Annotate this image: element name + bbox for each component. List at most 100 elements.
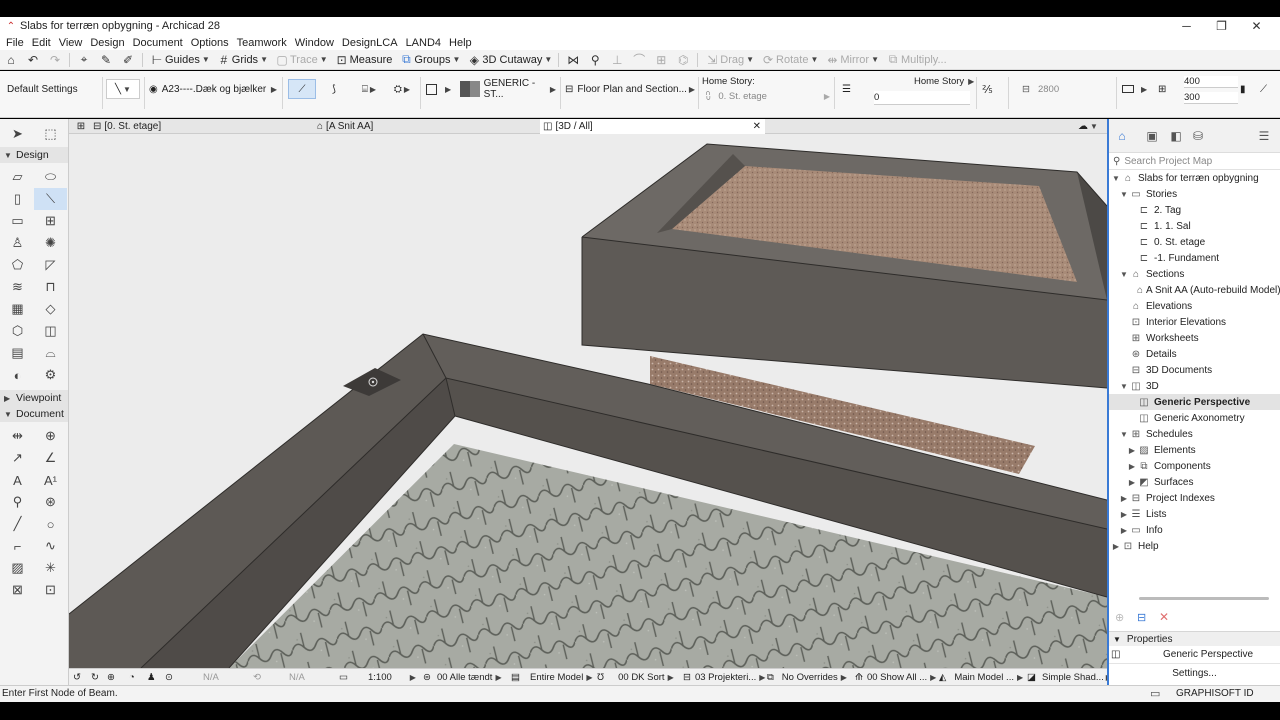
straight-beam-button[interactable]: ⟋: [288, 79, 316, 99]
explode-button[interactable]: ⌬: [672, 51, 694, 69]
scale-selector[interactable]: ▭ 1:100 ▶: [339, 670, 416, 684]
tree-item-generic-perspective[interactable]: ◫ Generic Perspective: [1109, 394, 1280, 410]
menu-teamwork[interactable]: Teamwork: [237, 37, 287, 49]
publisher-tab[interactable]: ⛁: [1189, 128, 1207, 144]
tree-item-section-a[interactable]: ⌂ A Snit AA (Auto-rebuild Model): [1109, 282, 1280, 298]
undo-button[interactable]: ↶: [22, 51, 44, 69]
figure-tool[interactable]: ⊠: [1, 579, 34, 601]
tree-item-story-m1[interactable]: ⊏ -1. Fundament: [1109, 250, 1280, 266]
pen-set-selector[interactable]: Ʊ 00 DK Sort ▶: [597, 670, 674, 684]
layout-book-tab[interactable]: ◧: [1167, 128, 1185, 144]
menu-document[interactable]: Document: [133, 37, 183, 49]
tree-item-components[interactable]: ▶ ⧉ Components: [1109, 458, 1280, 474]
offset-button[interactable]: ⊥: [606, 51, 628, 69]
minimize-button[interactable]: ─: [1169, 17, 1204, 35]
fit-window-button[interactable]: ⊙: [165, 670, 173, 684]
wall-tool[interactable]: ▱: [1, 166, 34, 188]
3d-navigation-button[interactable]: ☁ ▼: [1072, 119, 1104, 134]
menu-window[interactable]: Window: [295, 37, 334, 49]
view-settings-button[interactable]: ⊟: [1137, 611, 1146, 624]
beam-segments-button[interactable]: ⛭ ▶: [389, 79, 415, 99]
object-tool[interactable]: ♙: [1, 232, 34, 254]
rotate-view-button[interactable]: ⟲: [253, 670, 261, 684]
project-map-search[interactable]: ⚲ Search Project Map: [1109, 154, 1280, 170]
rotate-button[interactable]: ⟳ Rotate ▼: [757, 51, 821, 69]
dimension-icon-button[interactable]: ⊞: [1158, 79, 1178, 99]
layer-combination-selector[interactable]: ⊜ 00 Alle tændt ▶: [423, 670, 502, 684]
roof-tool[interactable]: ◸: [34, 254, 67, 276]
tree-item-schedules[interactable]: ▼ ⊞ Schedules: [1109, 426, 1280, 442]
tab-floor-plan[interactable]: ⊟ [0. St. etage]: [91, 119, 316, 134]
walk-button[interactable]: ♟: [147, 670, 156, 684]
spline-tool[interactable]: ∿: [34, 535, 67, 557]
3d-style-selector[interactable]: ◪Simple Shad...▶: [1027, 670, 1112, 684]
menu-view[interactable]: View: [59, 37, 83, 49]
navigator-menu-button[interactable]: ☰: [1255, 128, 1273, 144]
tree-item-project-indexes[interactable]: ▶ ⊟ Project Indexes: [1109, 490, 1280, 506]
graphic-override-selector[interactable]: ⧉ No Overrides ▶: [767, 670, 847, 684]
trace-button[interactable]: ▢ Trace ▼: [271, 51, 331, 69]
orbit-button[interactable]: ◔: [129, 670, 135, 684]
monitor-icon[interactable]: ▭: [1150, 687, 1160, 700]
geometry-method-button[interactable]: ╲ ▼: [106, 79, 140, 99]
fill-tool[interactable]: ▨: [1, 557, 34, 579]
tree-item-story-2[interactable]: ⊏ 2. Tag: [1109, 202, 1280, 218]
tree-item-generic-axonometry[interactable]: ◫ Generic Axonometry: [1109, 410, 1280, 426]
syringe-button[interactable]: ✐: [117, 51, 139, 69]
3d-viewport[interactable]: [69, 134, 1107, 668]
beam-tool[interactable]: ⟍: [34, 188, 67, 210]
beam-height-field[interactable]: ⊟ 2800: [1022, 79, 1112, 99]
door-tool[interactable]: ▭: [1, 210, 34, 232]
viewpoint-section-header[interactable]: ▶ Viewpoint: [0, 390, 68, 406]
angle-dimension-tool[interactable]: ∠: [34, 447, 67, 469]
redo-view-button[interactable]: ↻: [91, 670, 99, 684]
curved-beam-button[interactable]: ⟆: [322, 79, 346, 99]
home-story-selector[interactable]: ⩇ 0. St. etage ▶: [706, 89, 830, 103]
marker-tool[interactable]: ⚲: [1, 491, 34, 513]
text-tool[interactable]: A: [1, 469, 34, 491]
tree-item-elevations[interactable]: ⌂ Elevations: [1109, 298, 1280, 314]
line-tool[interactable]: ╱: [1, 513, 34, 535]
menu-designlca[interactable]: DesignLCA: [342, 37, 398, 49]
tree-item-story-0[interactable]: ⊏ 0. St. etage: [1109, 234, 1280, 250]
polyline-tool[interactable]: ⌐: [1, 535, 34, 557]
skylight-tool[interactable]: ◫: [34, 320, 67, 342]
menu-edit[interactable]: Edit: [32, 37, 51, 49]
reference-level-button[interactable]: ☰: [842, 79, 868, 99]
guides-button[interactable]: ⊢ Guides ▼: [146, 51, 213, 69]
measure-button[interactable]: ⊡ Measure: [331, 51, 396, 69]
menu-land4[interactable]: LAND4: [406, 37, 441, 49]
eyedropper-button[interactable]: ✎: [95, 51, 117, 69]
label-tool[interactable]: A¹: [34, 469, 67, 491]
renovation-filter-selector[interactable]: ⟰ 00 Show All ... ▶: [855, 670, 936, 684]
delete-view-button[interactable]: ✕: [1159, 610, 1169, 624]
opening-tool[interactable]: ▤: [1, 342, 34, 364]
tree-item-project[interactable]: ▼ ⌂ Slabs for terræn opbygning: [1109, 170, 1280, 186]
maximize-button[interactable]: ❐: [1204, 17, 1239, 35]
beam-width-field[interactable]: 400: [1184, 76, 1238, 88]
graphisoft-id-button[interactable]: GRAPHISOFT ID: [1176, 688, 1254, 699]
properties-header[interactable]: ▼ Properties: [1109, 632, 1280, 646]
menu-file[interactable]: File: [6, 37, 24, 49]
tab-section[interactable]: ⌂ [A Snit AA]: [317, 119, 539, 134]
layer-selector[interactable]: ◉ A23----.Dæk og bjælker ▶: [149, 79, 277, 99]
tree-item-interior-elevations[interactable]: ⊡ Interior Elevations: [1109, 314, 1280, 330]
find-select-button[interactable]: ⌖: [73, 51, 95, 69]
mep-tool[interactable]: ⚙: [34, 364, 67, 386]
menu-design[interactable]: Design: [90, 37, 124, 49]
home-button[interactable]: ⌂: [0, 51, 22, 69]
model-view-selector[interactable]: ⊟ 03 Projekteri... ▶: [683, 670, 765, 684]
undo-view-button[interactable]: ↺: [73, 670, 81, 684]
zone-tool[interactable]: ▦: [1, 298, 34, 320]
tree-item-elements[interactable]: ▶ ▨ Elements: [1109, 442, 1280, 458]
lamp-tool[interactable]: ✺: [34, 232, 67, 254]
dimension-tool[interactable]: ⇹: [1, 425, 34, 447]
split-button[interactable]: ⊞: [650, 51, 672, 69]
circle-tool[interactable]: ○: [34, 513, 67, 535]
fillet-button[interactable]: ⌒: [628, 51, 650, 69]
grid-element-tool[interactable]: ⊛: [34, 491, 67, 513]
design-section-header[interactable]: ▼ Design: [0, 147, 68, 163]
tree-item-surfaces[interactable]: ▶ ◩ Surfaces: [1109, 474, 1280, 490]
tree-item-info[interactable]: ▶ ▭ Info: [1109, 522, 1280, 538]
curtain-wall-tool[interactable]: ⬭: [34, 166, 67, 188]
